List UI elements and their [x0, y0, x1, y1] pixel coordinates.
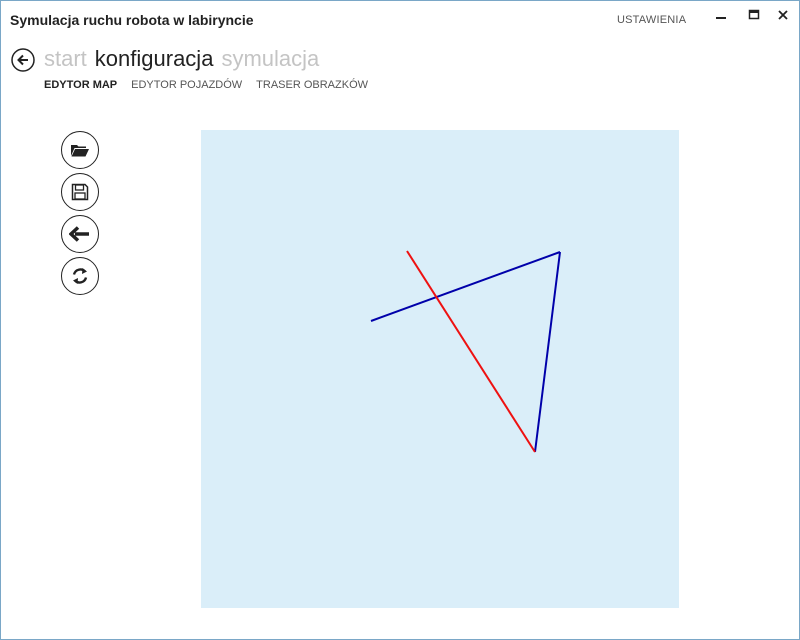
save-icon [71, 183, 89, 201]
pivot-tabs: EDYTOR MAP EDYTOR POJAZDÓW TRASER OBRAZKÓW [44, 79, 382, 91]
close-button[interactable] [766, 3, 800, 27]
tab-traser-obrazkow[interactable]: TRASER OBRAZKÓW [256, 79, 368, 91]
hub-section-konfiguracja[interactable]: konfiguracja [95, 46, 214, 71]
refresh-icon [72, 268, 88, 284]
maze-wall[interactable] [370, 251, 561, 322]
maze-wall-selected[interactable] [406, 250, 536, 453]
maze-wall[interactable] [534, 251, 561, 453]
app-window: Symulacja ruchu robota w labiryncie USTA… [0, 0, 800, 640]
open-folder-icon [71, 145, 89, 157]
minimize-icon [716, 17, 726, 19]
close-icon [778, 10, 788, 20]
maximize-icon [748, 9, 760, 20]
back-arrow-icon [11, 48, 35, 72]
title-bar: Symulacja ruchu robota w labiryncie USTA… [1, 1, 799, 39]
settings-link[interactable]: USTAWIENIA [617, 14, 686, 26]
app-title: Symulacja ruchu robota w labiryncie [10, 12, 254, 28]
undo-arrow-icon [69, 226, 89, 242]
refresh-button[interactable] [61, 257, 99, 295]
tab-edytor-pojazdow[interactable]: EDYTOR POJAZDÓW [131, 79, 242, 91]
hub-navigation: start konfiguracja symulacja [44, 46, 327, 72]
open-button[interactable] [61, 131, 99, 169]
minimize-button[interactable] [704, 3, 738, 27]
map-drawing [370, 250, 561, 453]
tab-edytor-map[interactable]: EDYTOR MAP [44, 79, 117, 91]
undo-button[interactable] [61, 215, 99, 253]
back-button[interactable] [11, 48, 35, 72]
hub-section-start[interactable]: start [44, 46, 87, 71]
save-button[interactable] [61, 173, 99, 211]
map-canvas[interactable] [201, 130, 679, 608]
hub-section-symulacja[interactable]: symulacja [221, 46, 319, 71]
